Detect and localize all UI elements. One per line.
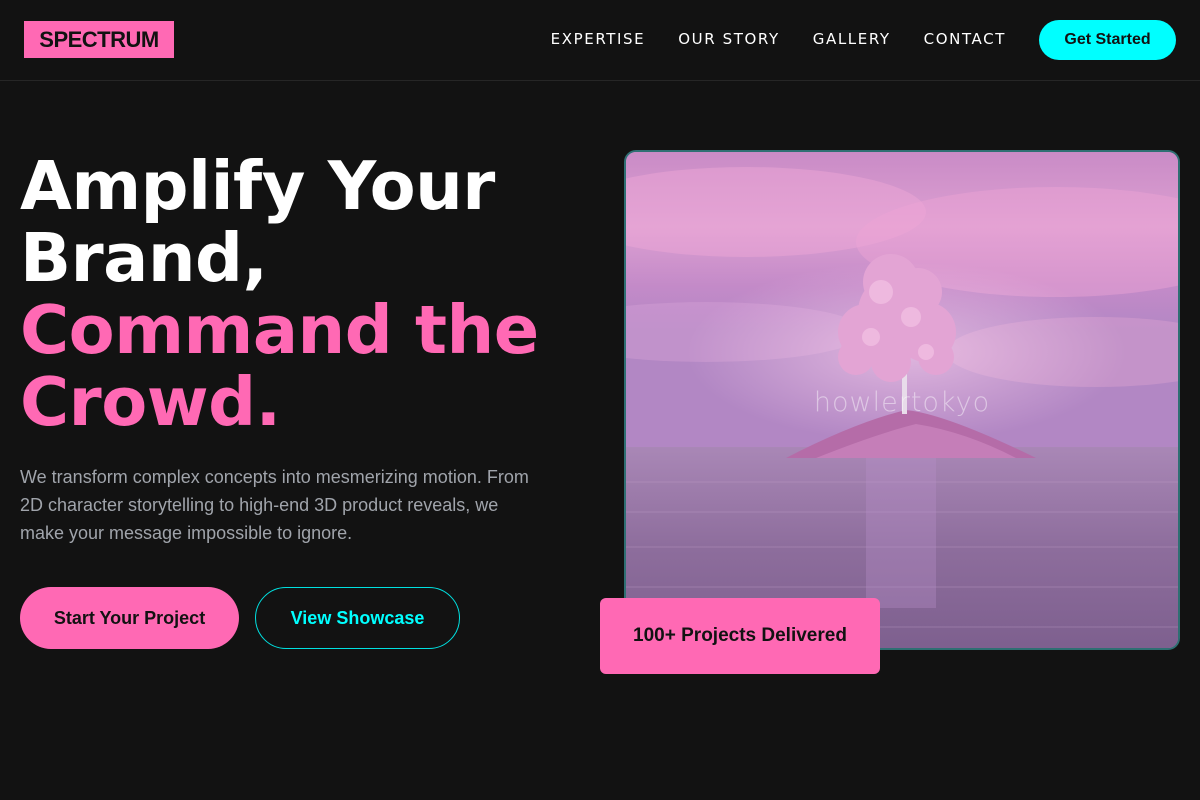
brand-logo[interactable]: SPECTRUM (24, 21, 174, 58)
hero-headline: Amplify Your Brand, Command the Crowd. (20, 150, 600, 438)
image-watermark: howlertokyo (813, 387, 991, 418)
showcase-image: howlertokyo (624, 150, 1180, 650)
headline-line-2: Brand, (20, 219, 268, 297)
view-showcase-button[interactable]: View Showcase (255, 587, 460, 649)
nav-link-gallery[interactable]: GALLERY (813, 30, 891, 48)
hero-subtitle: We transform complex concepts into mesme… (20, 467, 529, 543)
nav-link-expertise[interactable]: EXPERTISE (551, 30, 646, 48)
nav-link-contact[interactable]: CONTACT (924, 30, 1006, 48)
site-header: SPECTRUM EXPERTISE OUR STORY GALLERY CON… (0, 0, 1200, 81)
headline-line-4: Crowd. (20, 363, 281, 441)
projects-delivered-badge: 100+ Projects Delivered (600, 598, 880, 674)
main-nav: EXPERTISE OUR STORY GALLERY CONTACT (551, 30, 1006, 48)
start-project-button[interactable]: Start Your Project (20, 587, 239, 649)
get-started-button[interactable]: Get Started (1039, 20, 1176, 60)
headline-line-1: Amplify Your (20, 147, 495, 225)
nav-link-our-story[interactable]: OUR STORY (678, 30, 780, 48)
headline-line-3: Command the (20, 291, 539, 369)
